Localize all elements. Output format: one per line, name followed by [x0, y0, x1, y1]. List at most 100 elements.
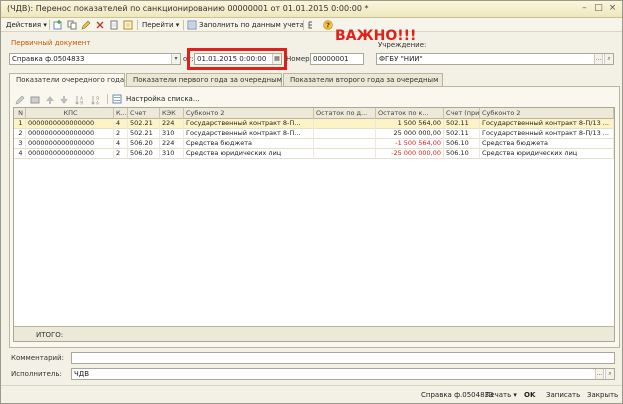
sort-asc-icon[interactable]: АЯ [75, 95, 85, 105]
row-icon[interactable] [30, 95, 40, 105]
col-kps[interactable]: КПС [26, 108, 114, 119]
cell-kek: 224 [160, 139, 184, 149]
cell-kps: 0000000000000000 [26, 149, 114, 159]
list-settings-icon[interactable] [112, 94, 122, 104]
save-button[interactable]: Записать [546, 389, 580, 401]
fill-icon[interactable] [187, 20, 197, 30]
maximize-icon[interactable]: □ [593, 3, 604, 14]
cell-kps: 0000000000000000 [26, 139, 114, 149]
cell-account: 506.20 [128, 139, 160, 149]
col-account-receiver[interactable]: Счет (при... [444, 108, 480, 119]
cell-account-receiver: 506.10 [444, 149, 480, 159]
cell-account-receiver: 502.11 [444, 129, 480, 139]
executor-field[interactable]: ЧДВ … ⌕ [71, 368, 615, 380]
svg-text:А: А [96, 101, 99, 106]
tab-second-year[interactable]: Показатели второго года за очередным [283, 73, 443, 86]
print-menu[interactable]: Печать ▾ [485, 389, 517, 401]
copy-icon[interactable] [67, 20, 77, 30]
col-subconto[interactable]: Субконто 2 [184, 108, 314, 119]
table-row[interactable]: 1 0000000000000000 4 502.21 224 Государс… [14, 119, 614, 129]
minimize-icon[interactable]: – [579, 3, 590, 14]
cell-credit: 25 000 000,00 [376, 129, 444, 139]
fill-by-accounting-button[interactable]: Заполнить по данным учета [199, 19, 304, 31]
print-form-link[interactable]: Справка ф.0504833 [421, 389, 493, 401]
sort-desc-icon[interactable]: ЯА [91, 95, 101, 105]
ok-button[interactable]: OK [524, 389, 535, 401]
col-k[interactable]: К... [114, 108, 128, 119]
cell-kek: 224 [160, 119, 184, 129]
cell-k: 4 [114, 139, 128, 149]
executor-label: Исполнитель: [11, 370, 62, 378]
col-credit-balance[interactable]: Остаток по к... [376, 108, 444, 119]
svg-text:?: ? [326, 22, 330, 30]
institution-field[interactable]: ФГБУ "НИИ" … ⌕ [376, 53, 614, 65]
col-n[interactable]: N [14, 108, 26, 119]
move-down-icon[interactable] [59, 95, 69, 105]
cell-kek: 310 [160, 149, 184, 159]
cell-subconto: Средства бюджета [184, 139, 314, 149]
select-dots-icon[interactable]: … [594, 54, 603, 64]
total-label: ИТОГО: [36, 331, 64, 339]
cell-debit [314, 129, 376, 139]
col-debit-balance[interactable]: Остаток по д... [314, 108, 376, 119]
cell-debit [314, 149, 376, 159]
cell-n: 3 [14, 139, 26, 149]
comment-label: Комментарий: [11, 354, 64, 362]
cell-subconto-2: Государственный контракт 8-П/13 ... [480, 129, 614, 139]
search-icon[interactable]: ⌕ [604, 54, 613, 64]
tab-first-year[interactable]: Показатели первого года за очередным [126, 73, 282, 86]
col-account[interactable]: Счет [128, 108, 160, 119]
cell-n: 1 [14, 119, 26, 129]
svg-text:Я: Я [80, 101, 83, 106]
cell-kek: 310 [160, 129, 184, 139]
close-button[interactable]: Закрыть [587, 389, 618, 401]
cell-account: 506.20 [128, 149, 160, 159]
table-footer: ИТОГО: [14, 326, 614, 341]
cell-kps: 0000000000000000 [26, 129, 114, 139]
col-kek[interactable]: КЭК [160, 108, 184, 119]
close-icon[interactable]: × [607, 3, 618, 14]
edit-row-icon[interactable] [15, 95, 25, 105]
window-title: (ЧДВ): Перенос показателей по санкционир… [7, 4, 369, 13]
cell-credit: -1 500 564,00 [376, 139, 444, 149]
title-bar: (ЧДВ): Перенос показателей по санкционир… [1, 1, 622, 18]
table-row[interactable]: 3 0000000000000000 4 506.20 224 Средства… [14, 139, 614, 149]
number-label: Номер: [286, 55, 312, 63]
cell-credit: 1 500 564,00 [376, 119, 444, 129]
cell-subconto: Средства юридических лиц [184, 149, 314, 159]
cell-subconto-2: Средства бюджета [480, 139, 614, 149]
move-up-icon[interactable] [45, 95, 55, 105]
cell-debit [314, 139, 376, 149]
col-subconto-2[interactable]: Субконто 2 [480, 108, 614, 119]
table-row[interactable]: 2 0000000000000000 2 502.21 310 Государс… [14, 129, 614, 139]
data-table: N КПС К... Счет КЭК Субконто 2 Остаток п… [13, 107, 615, 342]
primary-doc-label: Первичный документ [11, 39, 91, 47]
structure-tree-icon[interactable] [307, 20, 317, 30]
chevron-down-icon[interactable]: ▾ [171, 54, 180, 64]
help-icon[interactable]: ? [323, 20, 333, 30]
date-highlight-box [187, 48, 287, 70]
add-icon[interactable] [53, 20, 63, 30]
table-row[interactable]: 4 0000000000000000 2 506.20 310 Средства… [14, 149, 614, 159]
cell-account: 502.21 [128, 129, 160, 139]
cell-account-receiver: 502.11 [444, 119, 480, 129]
tab-current-year[interactable]: Показатели очередного года [9, 73, 125, 87]
table-header: N КПС К... Счет КЭК Субконто 2 Остаток п… [14, 108, 614, 119]
cell-account-receiver: 506.10 [444, 139, 480, 149]
delete-icon[interactable] [95, 20, 105, 30]
edit-icon[interactable] [81, 20, 91, 30]
structure-icon[interactable] [123, 20, 133, 30]
search-icon[interactable]: ⌕ [605, 369, 614, 379]
comment-field[interactable] [71, 352, 615, 364]
cell-n: 2 [14, 129, 26, 139]
goto-menu[interactable]: Перейти ▾ [142, 19, 179, 31]
select-dots-icon[interactable]: … [595, 369, 604, 379]
cell-subconto: Государственный контракт 8-П... [184, 119, 314, 129]
document-icon[interactable] [109, 20, 119, 30]
primary-doc-field[interactable]: Справка ф.0504833 ▾ [9, 53, 181, 65]
cell-n: 4 [14, 149, 26, 159]
number-field[interactable]: 00000001 [310, 53, 364, 65]
cell-subconto-2: Государственный контракт 8-П/13 ... [480, 119, 614, 129]
list-settings-button[interactable]: Настройка списка... [126, 93, 200, 105]
actions-menu[interactable]: Действия ▾ [6, 19, 47, 31]
